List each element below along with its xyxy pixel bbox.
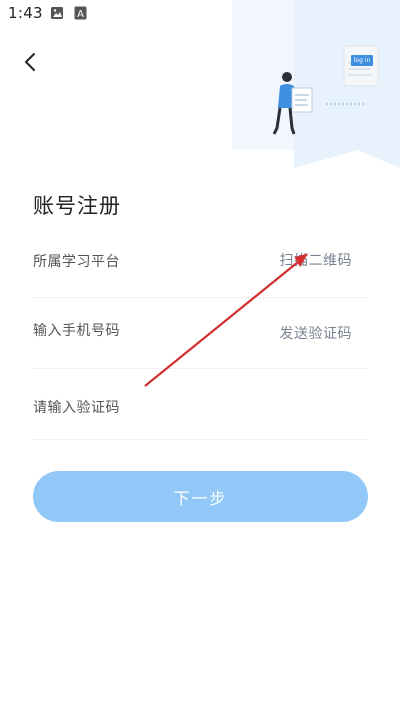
- platform-label: 所属学习平台: [33, 254, 120, 270]
- code-input[interactable]: [33, 390, 368, 426]
- hero-illustration: log in: [230, 0, 400, 168]
- next-button[interactable]: 下一步: [33, 471, 368, 522]
- scan-qr-button[interactable]: 扫描二维码: [280, 250, 353, 270]
- font-icon: A: [74, 6, 87, 20]
- register-illustration-icon: [232, 0, 400, 168]
- send-code-button[interactable]: 发送验证码: [280, 323, 353, 343]
- chevron-left-icon: [25, 53, 35, 71]
- phone-row: 发送验证码: [33, 299, 368, 369]
- login-tag: log in: [351, 55, 373, 66]
- page-title: 账号注册: [33, 194, 121, 218]
- platform-row[interactable]: 所属学习平台 扫描二维码: [33, 228, 368, 298]
- back-button[interactable]: [16, 48, 44, 76]
- code-row: [33, 370, 368, 440]
- svg-text:A: A: [77, 9, 84, 20]
- status-time: 1:43: [8, 4, 43, 22]
- login-tag-text: log in: [353, 57, 371, 64]
- image-icon: [51, 7, 63, 19]
